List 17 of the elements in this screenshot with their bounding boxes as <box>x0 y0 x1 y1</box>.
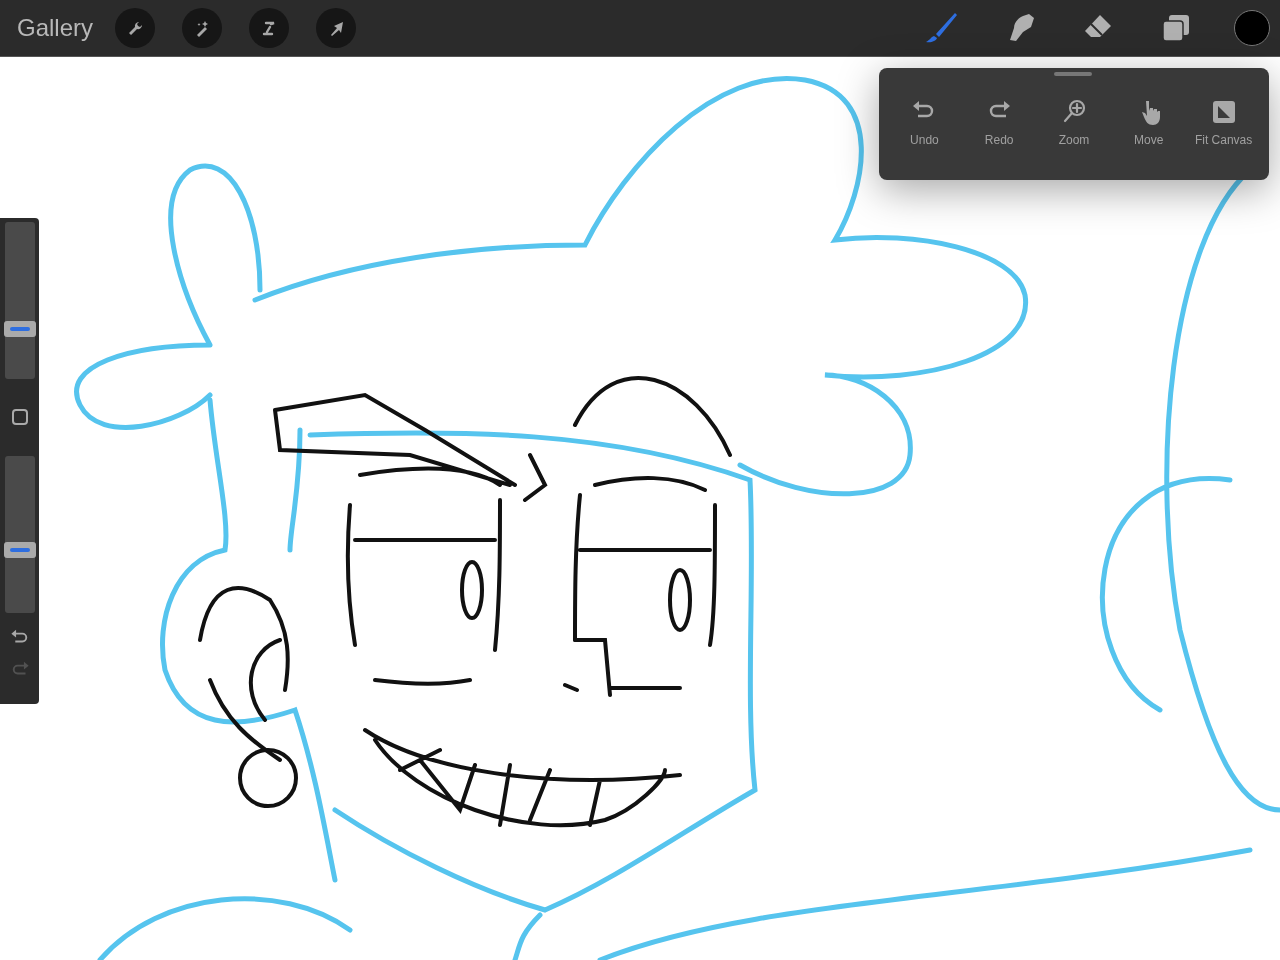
opacity-slider[interactable] <box>4 456 35 613</box>
modify-button[interactable] <box>11 409 28 425</box>
wrench-tool-button[interactable] <box>115 8 156 48</box>
move-button[interactable]: Move <box>1111 98 1187 180</box>
redo-button[interactable]: Redo <box>961 98 1037 180</box>
arrow-tool-button[interactable] <box>316 8 357 48</box>
slider-thumb[interactable] <box>3 542 36 558</box>
slider-thumb[interactable] <box>3 320 36 337</box>
undo-button[interactable]: Undo <box>887 98 962 180</box>
gallery-button[interactable]: Gallery <box>17 14 94 42</box>
grab-handle[interactable] <box>1054 72 1092 76</box>
brush-size-slider[interactable] <box>4 222 35 379</box>
zoom-button[interactable]: Zoom <box>1036 98 1112 180</box>
fit-button[interactable]: Fit Canvas <box>1186 98 1261 180</box>
wand-tool-button[interactable] <box>182 8 223 48</box>
color-swatch[interactable] <box>1234 10 1270 46</box>
select-tool-button[interactable] <box>249 8 290 48</box>
